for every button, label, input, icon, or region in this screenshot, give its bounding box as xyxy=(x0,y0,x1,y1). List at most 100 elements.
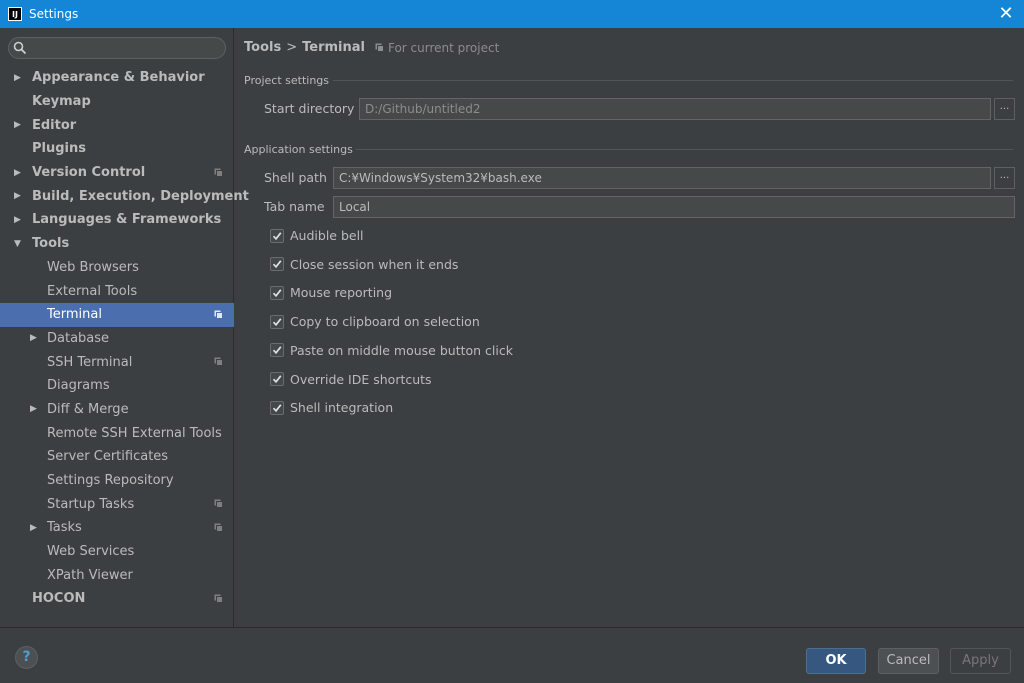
start-directory-field[interactable] xyxy=(359,98,991,120)
sidebar-item[interactable]: Web Services xyxy=(0,540,234,564)
checkmark-icon xyxy=(272,317,282,326)
project-scope-icon xyxy=(214,168,223,177)
checkbox-row[interactable]: Override IDE shortcuts xyxy=(270,372,432,387)
sidebar-item-label: Tasks xyxy=(47,520,82,536)
sidebar-item-label: SSH Terminal xyxy=(47,354,133,370)
intellij-logo-icon: IJ xyxy=(8,7,22,21)
sidebar-item[interactable]: ▶ Build, Execution, Deployment xyxy=(0,184,249,208)
cancel-button[interactable]: Cancel xyxy=(878,648,939,674)
checkbox-row[interactable]: Mouse reporting xyxy=(270,285,392,300)
sidebar-item-label: Web Services xyxy=(47,544,135,560)
project-scope-icon xyxy=(214,594,223,604)
checkmark-icon xyxy=(272,375,282,384)
sidebar-item[interactable]: XPath Viewer xyxy=(0,563,234,587)
shell-path-label: Shell path xyxy=(264,170,327,185)
sidebar-item[interactable]: HOCON xyxy=(0,587,234,611)
checkbox[interactable] xyxy=(270,372,284,386)
checkbox[interactable] xyxy=(270,285,284,300)
checkbox[interactable] xyxy=(270,314,284,329)
expand-right-icon[interactable]: ▶ xyxy=(14,168,24,178)
sidebar-item[interactable]: Settings Repository xyxy=(0,469,234,493)
checkbox[interactable] xyxy=(270,343,284,358)
sidebar-item-label: Plugins xyxy=(32,141,86,157)
project-scope-icon xyxy=(214,357,223,367)
breadcrumb: Tools > Terminal For current project xyxy=(244,40,499,55)
start-directory-browse-button[interactable]: ... xyxy=(994,98,1015,120)
checkmark-icon xyxy=(272,231,282,240)
expand-right-icon[interactable]: ▶ xyxy=(30,523,40,533)
breadcrumb-separator: > xyxy=(286,40,298,55)
checkmark-icon xyxy=(272,346,282,355)
sidebar-item[interactable]: ▶ Languages & Frameworks xyxy=(0,208,234,232)
search-input[interactable] xyxy=(31,41,221,55)
checkbox-row[interactable]: Paste on middle mouse button click xyxy=(270,343,513,358)
checkbox-label: Copy to clipboard on selection xyxy=(290,314,480,330)
window-title: Settings xyxy=(29,7,79,21)
sidebar-item[interactable]: Remote SSH External Tools xyxy=(0,421,234,445)
sidebar-item-label: Remote SSH External Tools xyxy=(47,425,222,441)
sidebar-item[interactable]: ▶ Diff & Merge xyxy=(0,398,234,422)
expand-right-icon[interactable]: ▶ xyxy=(14,73,24,83)
sidebar-item[interactable]: Server Certificates xyxy=(0,445,234,469)
sidebar-item[interactable]: Keymap xyxy=(0,90,234,114)
settings-sidebar: ▶ Appearance & Behavior Keymap ▶ Editor Plugi… xyxy=(0,28,249,627)
sidebar-item[interactable]: ▼ Tools xyxy=(0,232,234,256)
settings-tree: ▶ Appearance & Behavior Keymap ▶ Editor Plugi… xyxy=(0,66,249,611)
shell-path-browse-button[interactable]: ... xyxy=(994,167,1015,189)
project-scope-icon xyxy=(214,523,223,533)
sidebar-item-label: Web Browsers xyxy=(47,259,139,275)
checkmark-icon xyxy=(272,289,282,297)
checkbox-row[interactable]: Shell integration xyxy=(270,400,393,415)
sidebar-item-label: Diagrams xyxy=(47,378,110,394)
sidebar-item[interactable]: ▶ Version Control xyxy=(0,161,234,185)
tab-name-label: Tab name xyxy=(264,199,325,214)
checkbox[interactable] xyxy=(270,257,284,272)
sidebar-item[interactable]: Diagrams xyxy=(0,374,234,398)
breadcrumb-parent: Tools xyxy=(244,40,282,55)
checkbox-row[interactable]: Copy to clipboard on selection xyxy=(270,314,480,329)
expand-right-icon[interactable]: ▶ xyxy=(30,333,40,343)
sidebar-item[interactable]: Startup Tasks xyxy=(0,492,234,516)
sidebar-item-label: External Tools xyxy=(47,283,138,299)
expand-right-icon[interactable]: ▶ xyxy=(14,120,24,130)
tab-name-field[interactable] xyxy=(333,196,1015,218)
shell-path-field[interactable] xyxy=(333,167,991,189)
sidebar-item[interactable]: Plugins xyxy=(0,137,234,161)
ok-button[interactable]: OK xyxy=(806,648,866,674)
expand-right-icon[interactable]: ▶ xyxy=(30,404,40,414)
sidebar-item[interactable]: ▶ Appearance & Behavior xyxy=(0,66,234,90)
sidebar-item[interactable]: ▶ Editor xyxy=(0,113,234,137)
expand-right-icon[interactable]: ▶ xyxy=(14,215,24,225)
sidebar-item[interactable]: External Tools xyxy=(0,279,234,303)
checkbox[interactable] xyxy=(270,228,284,243)
checkbox[interactable] xyxy=(270,400,284,415)
project-scope-icon xyxy=(214,499,223,509)
scope-label: For current project xyxy=(387,40,500,55)
sidebar-item-label: Terminal xyxy=(47,307,102,323)
sidebar-item[interactable]: Terminal xyxy=(0,302,234,327)
help-button[interactable]: ? xyxy=(15,646,38,669)
expand-down-icon[interactable]: ▼ xyxy=(14,239,24,249)
apply-button[interactable]: Apply xyxy=(950,648,1011,674)
start-directory-label: Start directory xyxy=(264,101,355,116)
sidebar-item[interactable]: ▶ Database xyxy=(0,327,234,351)
sidebar-item-label: Settings Repository xyxy=(47,473,174,489)
sidebar-item-label: Build, Execution, Deployment xyxy=(32,188,249,204)
sidebar-item-label: Version Control xyxy=(32,165,146,181)
checkbox-row[interactable]: Close session when it ends xyxy=(270,257,458,272)
project-settings-title: Project settings xyxy=(244,74,329,87)
breadcrumb-current: Terminal xyxy=(302,40,365,55)
project-scope-icon xyxy=(214,310,223,319)
sidebar-item[interactable]: ▶ Tasks xyxy=(0,516,234,540)
checkbox-row[interactable]: Audible bell xyxy=(270,228,364,243)
sidebar-item[interactable]: SSH Terminal xyxy=(0,350,234,374)
close-icon[interactable]: ✕ xyxy=(996,4,1016,24)
application-settings-title: Application settings xyxy=(244,143,353,156)
expand-right-icon[interactable]: ▶ xyxy=(14,191,24,201)
title-bar: IJ Settings ✕ xyxy=(0,0,1024,28)
section-divider xyxy=(356,149,1013,150)
checkbox-label: Shell integration xyxy=(290,400,394,416)
search-box[interactable] xyxy=(8,37,226,59)
sidebar-item-label: Appearance & Behavior xyxy=(32,70,205,86)
sidebar-item[interactable]: Web Browsers xyxy=(0,256,234,280)
